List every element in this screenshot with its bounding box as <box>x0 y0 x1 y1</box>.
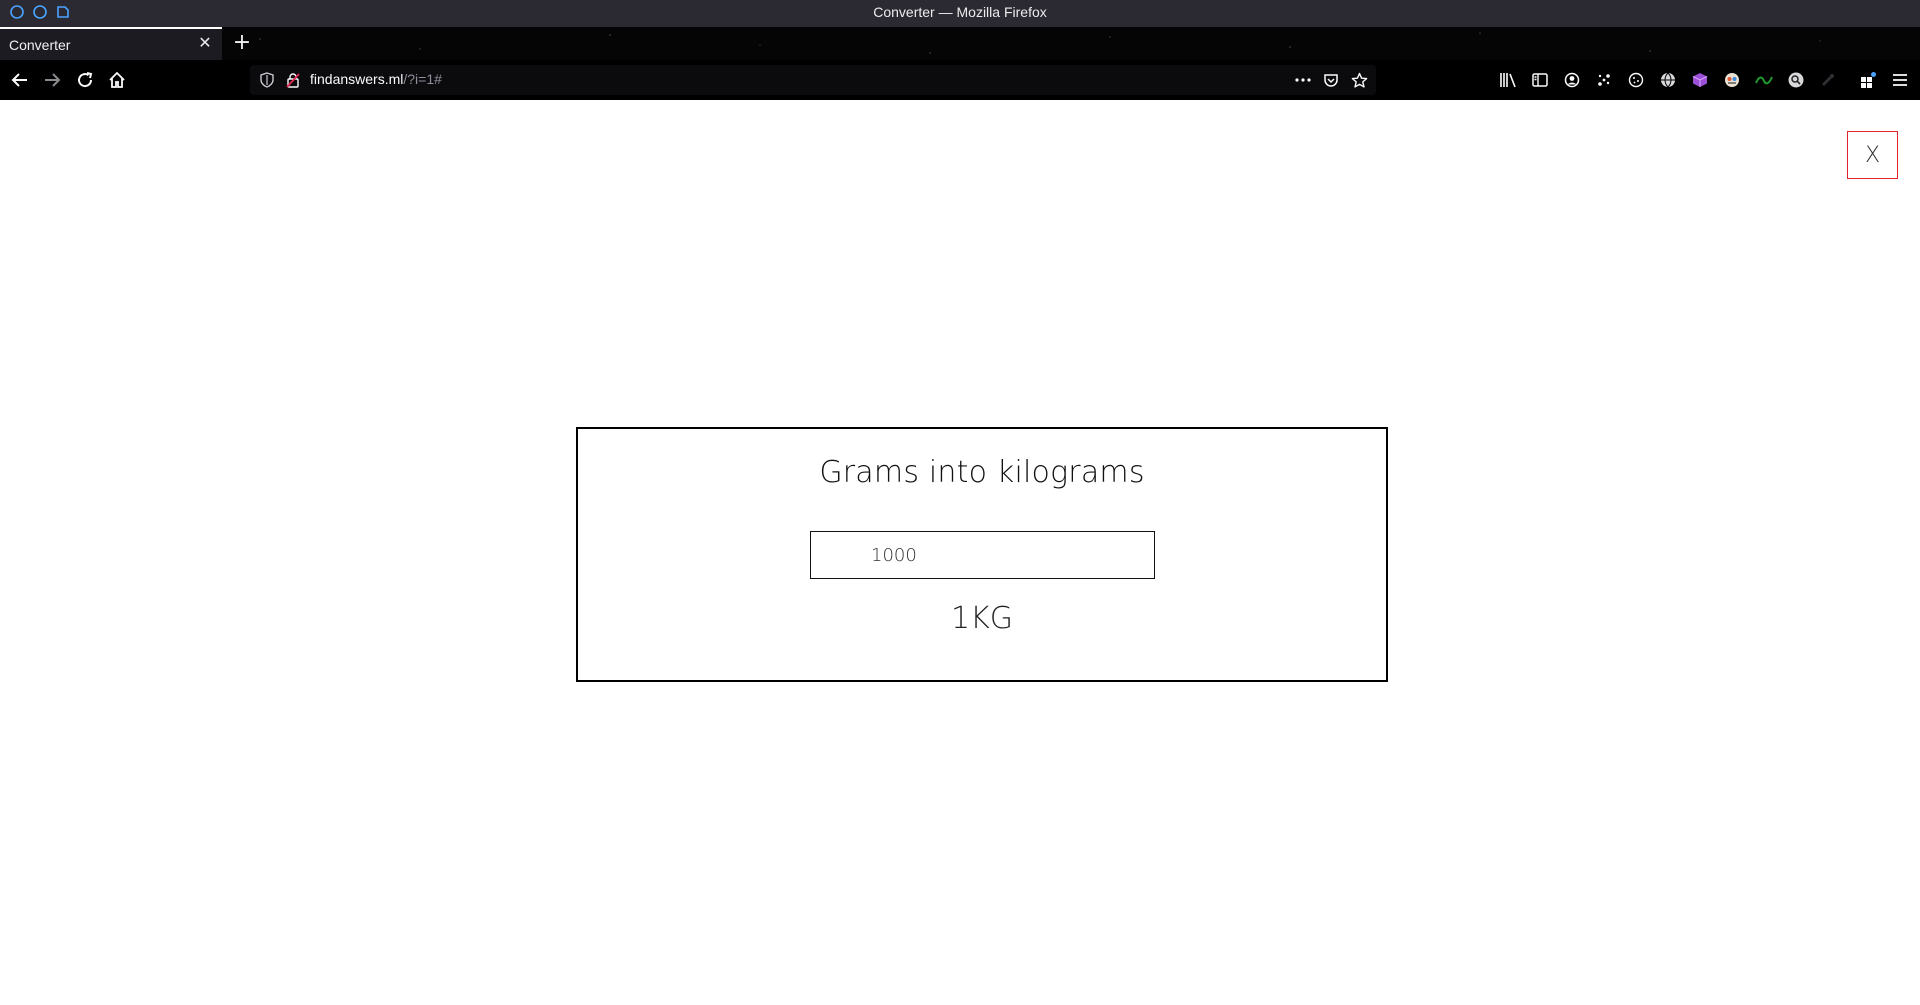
window-title: Converter — Mozilla Firefox <box>873 4 1047 20</box>
home-icon[interactable] <box>105 68 129 92</box>
tab-strip: Converter ✕ + <box>0 27 1920 60</box>
cookie-icon[interactable] <box>1626 70 1646 90</box>
navigation-toolbar: findanswers.ml/?i=1# <box>0 60 1920 100</box>
converter-heading: Grams into kilograms <box>819 455 1145 490</box>
grams-input[interactable] <box>810 531 1155 579</box>
back-icon[interactable] <box>8 68 32 92</box>
insecure-lock-icon[interactable] <box>285 72 301 88</box>
colorful-extension-icon[interactable] <box>1722 70 1742 90</box>
url-path: /?i=1# <box>403 71 442 87</box>
reload-icon[interactable] <box>73 68 97 92</box>
kilograms-result: 1KG <box>950 601 1013 636</box>
bookmark-star-icon[interactable] <box>1350 71 1368 89</box>
sidebar-icon[interactable] <box>1530 70 1550 90</box>
window-titlebar: Converter — Mozilla Firefox <box>0 0 1920 27</box>
close-button[interactable]: X <box>1847 131 1898 179</box>
cube-extension-icon[interactable] <box>1690 70 1710 90</box>
tab-label: Converter <box>9 37 71 53</box>
new-tab-button[interactable]: + <box>230 31 254 55</box>
search-extension-icon[interactable] <box>1786 70 1806 90</box>
url-bar[interactable]: findanswers.ml/?i=1# <box>250 65 1376 95</box>
forward-icon[interactable] <box>40 68 64 92</box>
url-host: findanswers.ml <box>310 71 404 87</box>
more-actions-icon[interactable] <box>1294 71 1312 89</box>
shield-icon[interactable] <box>259 72 275 88</box>
globe-icon[interactable] <box>1658 70 1678 90</box>
account-icon[interactable] <box>1562 70 1582 90</box>
extensions-puzzle-icon[interactable] <box>1858 70 1878 90</box>
converter-panel: Grams into kilograms 1KG <box>576 427 1388 682</box>
tab-converter[interactable]: Converter ✕ <box>0 27 222 60</box>
url-text[interactable]: findanswers.ml/?i=1# <box>310 71 442 87</box>
library-icon[interactable] <box>1498 70 1518 90</box>
extension-icon[interactable] <box>1594 70 1614 90</box>
close-tab-icon[interactable]: ✕ <box>196 34 214 52</box>
green-extension-icon[interactable] <box>1754 70 1774 90</box>
dark-extension-icon[interactable] <box>1818 70 1838 90</box>
hamburger-menu-icon[interactable] <box>1890 70 1910 90</box>
pocket-icon[interactable] <box>1322 71 1340 89</box>
